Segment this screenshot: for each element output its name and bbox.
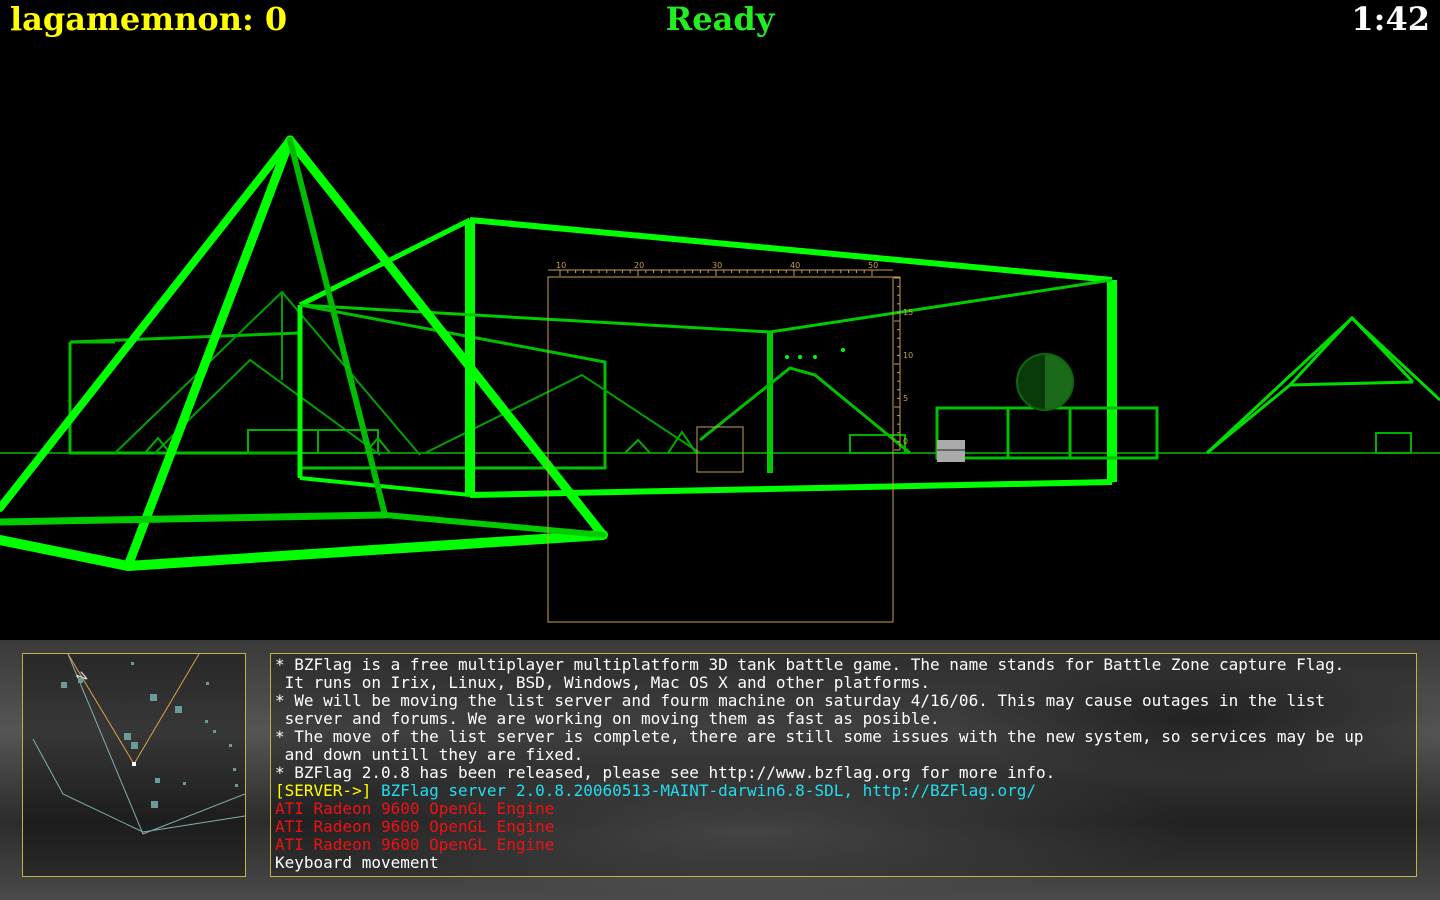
game-status: Ready xyxy=(665,0,775,38)
server-text: BZFlag server 2.0.8.20060513-MAINT-darwi… xyxy=(371,781,1036,800)
scope-x-label: 50 xyxy=(868,261,878,270)
scope-y-label: 15 xyxy=(903,308,913,317)
right-low-box xyxy=(935,406,1159,460)
scope-heading-labels: 10 20 30 40 50 xyxy=(556,261,878,270)
scope-altitude-ticks xyxy=(894,277,900,451)
game-viewport[interactable]: 10 20 30 40 50 15 10 5 0 xyxy=(0,0,1440,640)
scope-y-label: 0 xyxy=(903,437,908,446)
scope-altitude-labels: 15 10 5 0 xyxy=(903,308,913,446)
engine-line: ATI Radeon 9600 OpenGL Engine xyxy=(275,835,555,854)
console-line: and down untill they are fixed. xyxy=(275,745,584,764)
radar-boundary xyxy=(32,738,246,833)
radar-objects xyxy=(61,662,238,808)
scope-x-label: 10 xyxy=(556,261,566,270)
radar-view-cone xyxy=(133,653,200,765)
engine-line: ATI Radeon 9600 OpenGL Engine xyxy=(275,799,555,818)
scope-y-label: 5 xyxy=(903,394,908,403)
radar-minimap[interactable]: N xyxy=(22,653,246,877)
radar-player xyxy=(132,762,136,766)
scope-heading-ticks xyxy=(559,270,873,276)
floating-flags xyxy=(785,348,845,359)
engine-line: ATI Radeon 9600 OpenGL Engine xyxy=(275,817,555,836)
radar-map: N xyxy=(32,653,246,835)
inner-pyramid xyxy=(699,366,911,455)
scope-y-label: 10 xyxy=(903,351,913,360)
message-console[interactable]: * BZFlag is a free multiplayer multiplat… xyxy=(270,653,1417,877)
scope-x-label: 40 xyxy=(790,261,800,270)
server-tag: [SERVER->] xyxy=(275,781,372,800)
top-hud: lagamemnon: 0 Ready 1:42 xyxy=(0,0,1440,40)
game-clock: 1:42 xyxy=(1351,0,1430,38)
console-line: * The move of the list server is complet… xyxy=(275,727,1364,746)
scope-x-label: 20 xyxy=(634,261,644,270)
console-line: * BZFlag 2.0.8 has been released, please… xyxy=(275,763,1056,782)
teleporter xyxy=(937,440,965,462)
console-line: * We will be moving the list server and … xyxy=(275,691,1325,710)
console-line: server and forums. We are working on mov… xyxy=(275,709,940,728)
radar-view-cone xyxy=(67,653,135,765)
server-message: [SERVER->] BZFlag server 2.0.8.20060513-… xyxy=(275,782,1412,800)
sphere-object xyxy=(1016,353,1074,411)
scope-x-label: 30 xyxy=(712,261,722,270)
console-line: * BZFlag is a free multiplayer multiplat… xyxy=(275,655,1345,674)
console-line: It runs on Irix, Linux, BSD, Windows, Ma… xyxy=(275,673,931,692)
console-line: Keyboard movement xyxy=(275,853,439,872)
